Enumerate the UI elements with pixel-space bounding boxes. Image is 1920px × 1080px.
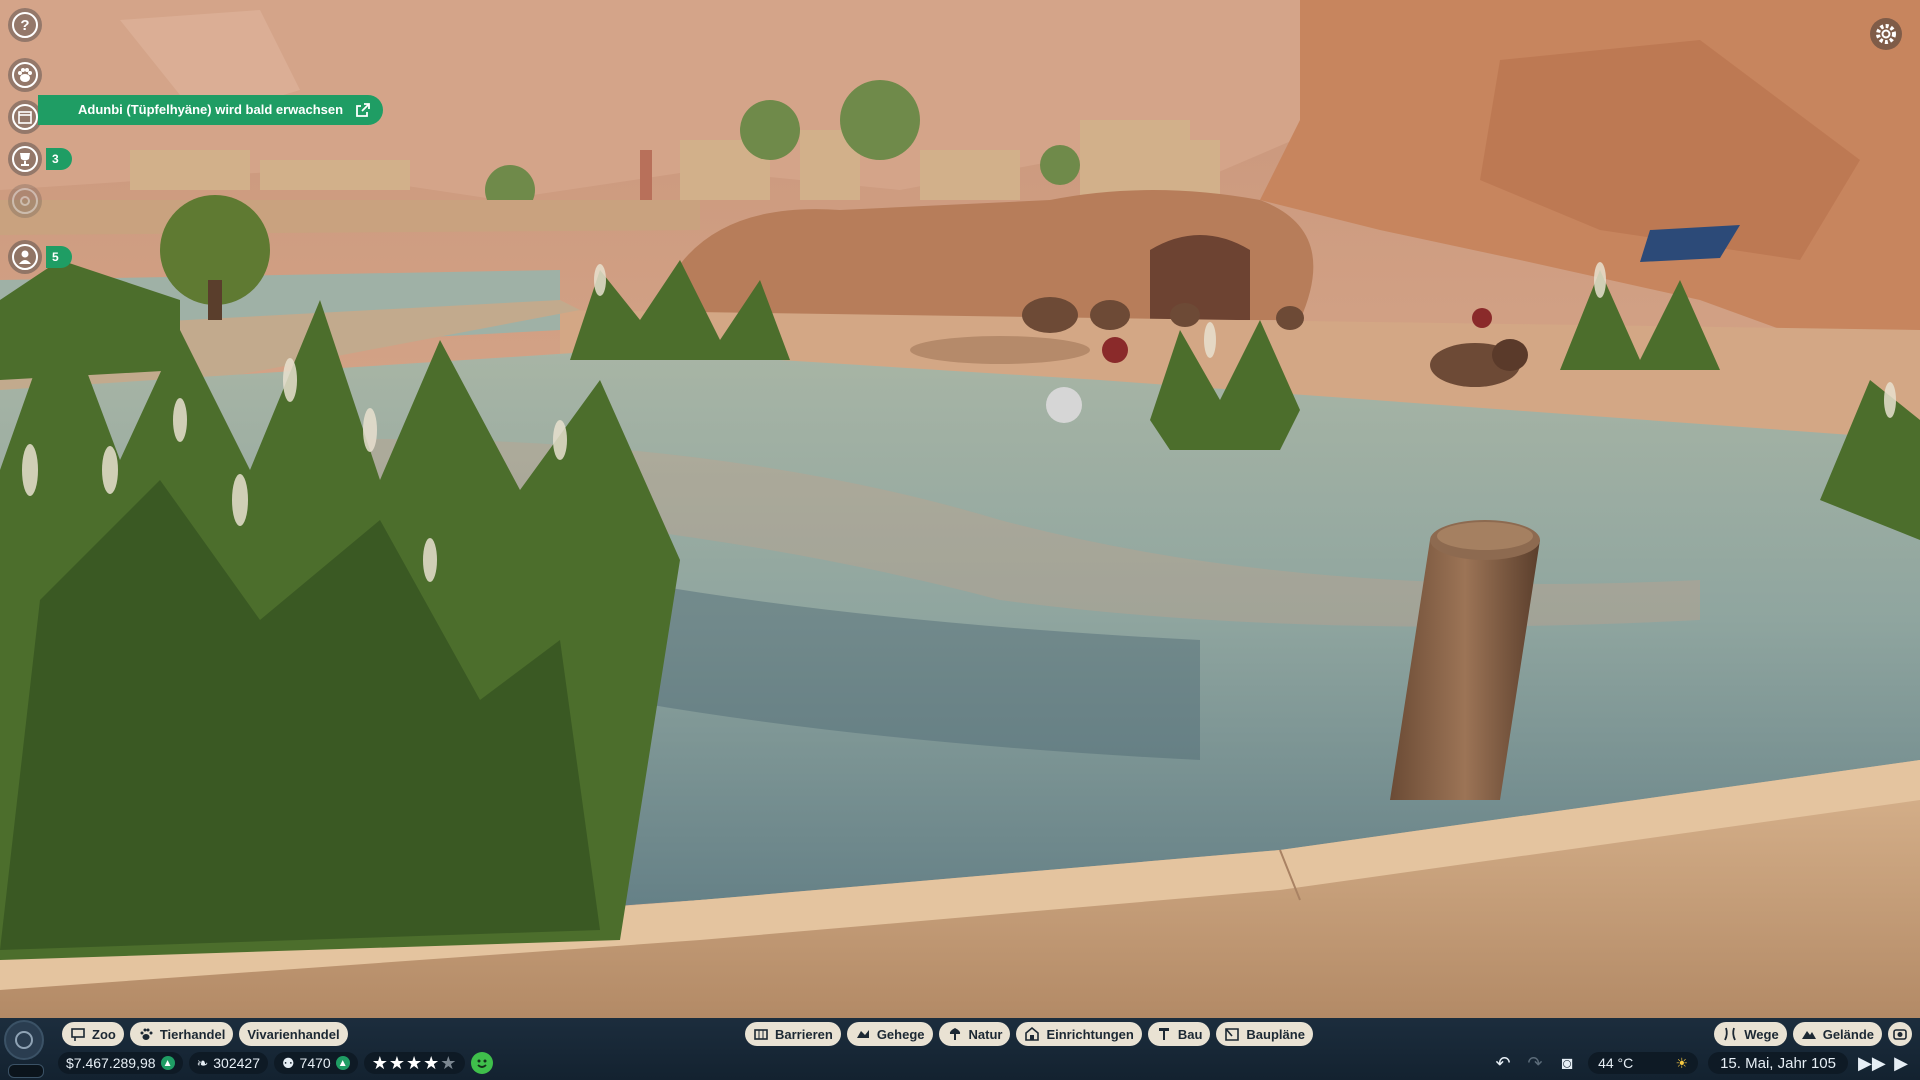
menu-icon xyxy=(15,1031,33,1049)
building-icon xyxy=(1025,1026,1040,1041)
svg-text:?: ? xyxy=(20,17,29,34)
star-rating-icon: ★★★★★ xyxy=(371,1052,458,1073)
camera-icon xyxy=(1893,1029,1907,1040)
tab-barrieren[interactable]: Barrieren xyxy=(745,1022,841,1046)
fence-icon xyxy=(754,1029,768,1040)
tab-gehege-label: Gehege xyxy=(876,1026,925,1042)
tab-tierhandel-label: Tierhandel xyxy=(159,1026,226,1042)
tab-vivarienhandel-label: Vivarienhandel xyxy=(247,1026,340,1042)
tree-icon xyxy=(949,1028,960,1040)
terrain-tabs: Wege Gelände xyxy=(1714,1022,1912,1046)
blueprint-icon xyxy=(1225,1028,1240,1041)
tab-bauplaene-label: Baupläne xyxy=(1246,1026,1305,1042)
tab-wege[interactable]: Wege xyxy=(1714,1022,1787,1046)
conservation-credits-display[interactable]: ❧ 302427 xyxy=(188,1052,268,1074)
zoo-stats: $7.467.289,98 ▲ ❧ 302427 ⚉ 7470 ▲ ★★★★★ xyxy=(58,1052,494,1074)
tab-tierhandel[interactable]: Tierhandel xyxy=(129,1022,234,1046)
conservation-credits-value: 302427 xyxy=(213,1055,260,1071)
terrain-icon xyxy=(1801,1031,1816,1039)
tab-wege-label: Wege xyxy=(1744,1026,1779,1042)
game-speed-indicator[interactable] xyxy=(8,1064,44,1078)
paw-icon xyxy=(12,62,38,88)
leaf-icon: ❧ xyxy=(196,1054,209,1071)
temperature-value: 44 °C xyxy=(1598,1055,1634,1071)
game-viewport[interactable] xyxy=(0,0,1920,1018)
money-value: $7.467.289,98 xyxy=(66,1055,156,1071)
tab-bau[interactable]: Bau xyxy=(1147,1022,1211,1046)
arrow-up-icon: ▲ xyxy=(335,1056,350,1070)
tab-bauplaene[interactable]: Baupläne xyxy=(1216,1022,1313,1046)
tab-vivarienhandel[interactable]: Vivarienhandel xyxy=(239,1022,348,1046)
sun-icon: ☀ xyxy=(1675,1054,1689,1071)
guests-value: 7470 xyxy=(299,1055,331,1071)
paw-icon xyxy=(140,1028,153,1040)
calendar-icon xyxy=(12,104,38,130)
money-display[interactable]: $7.467.289,98 ▲ xyxy=(58,1052,183,1074)
arrow-up-icon: ▲ xyxy=(160,1056,175,1070)
staff-badge: 5 xyxy=(46,246,72,268)
eye-icon xyxy=(12,188,38,214)
settings-button[interactable] xyxy=(1870,18,1902,50)
construction-icon xyxy=(1158,1028,1169,1040)
help-icon: ? xyxy=(12,12,38,38)
main-menu-button[interactable] xyxy=(4,1020,44,1060)
tab-gehege[interactable]: Gehege xyxy=(846,1022,933,1046)
happiness-icon[interactable] xyxy=(471,1052,494,1074)
habitat-icon xyxy=(856,1030,869,1038)
gear-icon xyxy=(1876,24,1896,44)
tab-natur[interactable]: Natur xyxy=(938,1022,1011,1046)
tab-gelaende-label: Gelände xyxy=(1822,1026,1874,1042)
left-tabs: Zoo Tierhandel Vivarienhandel xyxy=(62,1022,348,1046)
research-button[interactable] xyxy=(8,142,42,176)
time-controls: ↶ ↷ ◙ 44 °C ☀ 15. Mai, Jahr 105 ▶▶ ▶ xyxy=(1492,1052,1912,1074)
tab-bau-label: Bau xyxy=(1177,1026,1203,1042)
tab-gelaende[interactable]: Gelände xyxy=(1792,1022,1882,1046)
guests-icon: ⚉ xyxy=(281,1054,295,1071)
notification-text: Adunbi (Tüpfelhyäne) wird bald erwachsen xyxy=(78,102,344,117)
play-icon[interactable]: ▶ xyxy=(1890,1053,1912,1074)
redo-icon[interactable]: ↷ xyxy=(1524,1053,1546,1074)
notification-banner[interactable]: Adunbi (Tüpfelhyäne) wird bald erwachsen xyxy=(38,95,384,125)
temperature-display: 44 °C ☀ xyxy=(1588,1052,1699,1074)
view-button[interactable] xyxy=(8,184,42,218)
calendar-button[interactable] xyxy=(8,100,42,134)
date-value: 15. Mai, Jahr 105 xyxy=(1720,1054,1836,1072)
path-icon xyxy=(1724,1027,1737,1041)
camera-mode-button[interactable] xyxy=(1888,1022,1912,1046)
tab-natur-label: Natur xyxy=(968,1026,1003,1042)
zoo-rating[interactable]: ★★★★★ xyxy=(363,1052,466,1074)
external-link-icon[interactable] xyxy=(355,102,371,118)
date-display: 15. Mai, Jahr 105 xyxy=(1708,1052,1848,1074)
build-tabs: Barrieren Gehege Natur Einrichtungen Bau… xyxy=(745,1022,1313,1046)
tab-barrieren-label: Barrieren xyxy=(775,1026,833,1042)
play-speed-icon[interactable]: ▶▶ xyxy=(1858,1053,1886,1074)
photo-mode-icon[interactable]: ◙ xyxy=(1556,1053,1578,1074)
bottom-bar: Zoo Tierhandel Vivarienhandel Barrieren … xyxy=(0,1018,1920,1080)
animals-button[interactable] xyxy=(8,58,42,92)
tab-einrichtungen-label: Einrichtungen xyxy=(1046,1026,1134,1042)
guests-display[interactable]: ⚉ 7470 ▲ xyxy=(273,1052,358,1074)
research-badge: 3 xyxy=(46,148,72,170)
trophy-icon xyxy=(12,146,38,172)
tab-einrichtungen[interactable]: Einrichtungen xyxy=(1016,1022,1142,1046)
zoo-sign-icon xyxy=(71,1028,85,1041)
tab-zoo[interactable]: Zoo xyxy=(62,1022,124,1046)
tab-zoo-label: Zoo xyxy=(92,1026,116,1042)
undo-icon[interactable]: ↶ xyxy=(1492,1053,1514,1074)
staff-icon xyxy=(12,244,38,270)
staff-button[interactable] xyxy=(8,240,42,274)
help-button[interactable]: ? xyxy=(8,8,42,42)
